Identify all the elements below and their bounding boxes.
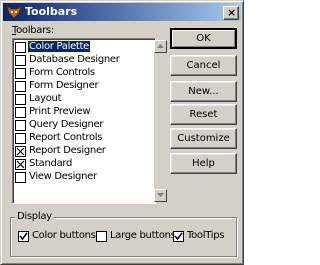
toolbars-dialog: Toolbars × Toolbars: Color Palette Datab…	[0, 0, 244, 265]
vertical-scrollbar[interactable]	[154, 40, 167, 202]
list-item-label: Layout	[29, 93, 62, 104]
ok-button[interactable]: OK	[170, 28, 237, 49]
large-buttons-checkbox[interactable]	[96, 231, 107, 242]
list-item-label: Query Designer	[29, 119, 104, 130]
list-item-checkbox[interactable]	[15, 81, 26, 92]
list-item-label: Form Controls	[29, 67, 95, 78]
list-item-label: Print Preview	[29, 106, 91, 117]
list-item-checkbox[interactable]	[15, 133, 26, 144]
reset-button[interactable]: Reset	[170, 104, 237, 125]
list-item-checkbox[interactable]	[15, 55, 26, 66]
list-item-checkbox[interactable]	[15, 42, 26, 53]
close-icon: ×	[227, 6, 237, 19]
title-bar[interactable]: Toolbars ×	[3, 3, 241, 21]
list-item-checkbox[interactable]	[15, 94, 26, 105]
color-buttons-checkbox[interactable]	[18, 231, 29, 242]
list-item-checkbox[interactable]	[15, 172, 26, 183]
fox-app-icon	[6, 5, 22, 19]
list-item-view-designer[interactable]: View Designer	[15, 171, 143, 185]
tooltips-checkbox[interactable]	[173, 231, 184, 242]
list-item-label: Color Palette	[26, 40, 92, 53]
toolbars-label-rest: oolbars:	[16, 25, 54, 36]
customize-button[interactable]: Customize	[170, 128, 237, 149]
list-item-checkbox[interactable]	[15, 107, 26, 118]
window-title: Toolbars	[25, 5, 78, 18]
tooltips-label: ToolTips	[187, 230, 225, 241]
cancel-button[interactable]: Cancel	[170, 55, 237, 76]
scroll-up-button[interactable]	[154, 40, 167, 53]
list-item-checkbox[interactable]	[15, 68, 26, 79]
list-item-label: Report Controls	[29, 132, 103, 143]
arrow-down-icon	[157, 193, 164, 197]
list-item-label: Database Designer	[29, 54, 120, 65]
display-group-label: Display	[15, 211, 54, 222]
list-item-label: Standard	[29, 158, 73, 169]
list-item-label: View Designer	[29, 171, 97, 182]
toolbars-listbox[interactable]: Color Palette Database Designer Form Con…	[12, 38, 167, 204]
color-buttons-label: Color buttons	[32, 230, 96, 241]
arrow-up-icon	[157, 44, 164, 48]
checkmark-icon	[174, 232, 183, 241]
checkmark-icon	[19, 232, 28, 241]
list-item-label: Report Designer	[29, 145, 106, 156]
list-item-checkbox[interactable]	[15, 120, 26, 131]
scroll-down-button[interactable]	[154, 189, 167, 202]
list-item-label: Form Designer	[29, 80, 99, 91]
large-buttons-label: Large buttons	[110, 230, 176, 241]
list-item-checkbox[interactable]	[15, 159, 26, 170]
close-button[interactable]: ×	[223, 6, 239, 20]
toolbars-label: Toolbars:	[12, 25, 54, 36]
list-item-checkbox[interactable]	[15, 146, 26, 157]
x-check-icon	[16, 147, 25, 156]
new-button[interactable]: New...	[170, 81, 237, 102]
help-button[interactable]: Help	[170, 153, 237, 174]
x-check-icon	[16, 160, 25, 169]
